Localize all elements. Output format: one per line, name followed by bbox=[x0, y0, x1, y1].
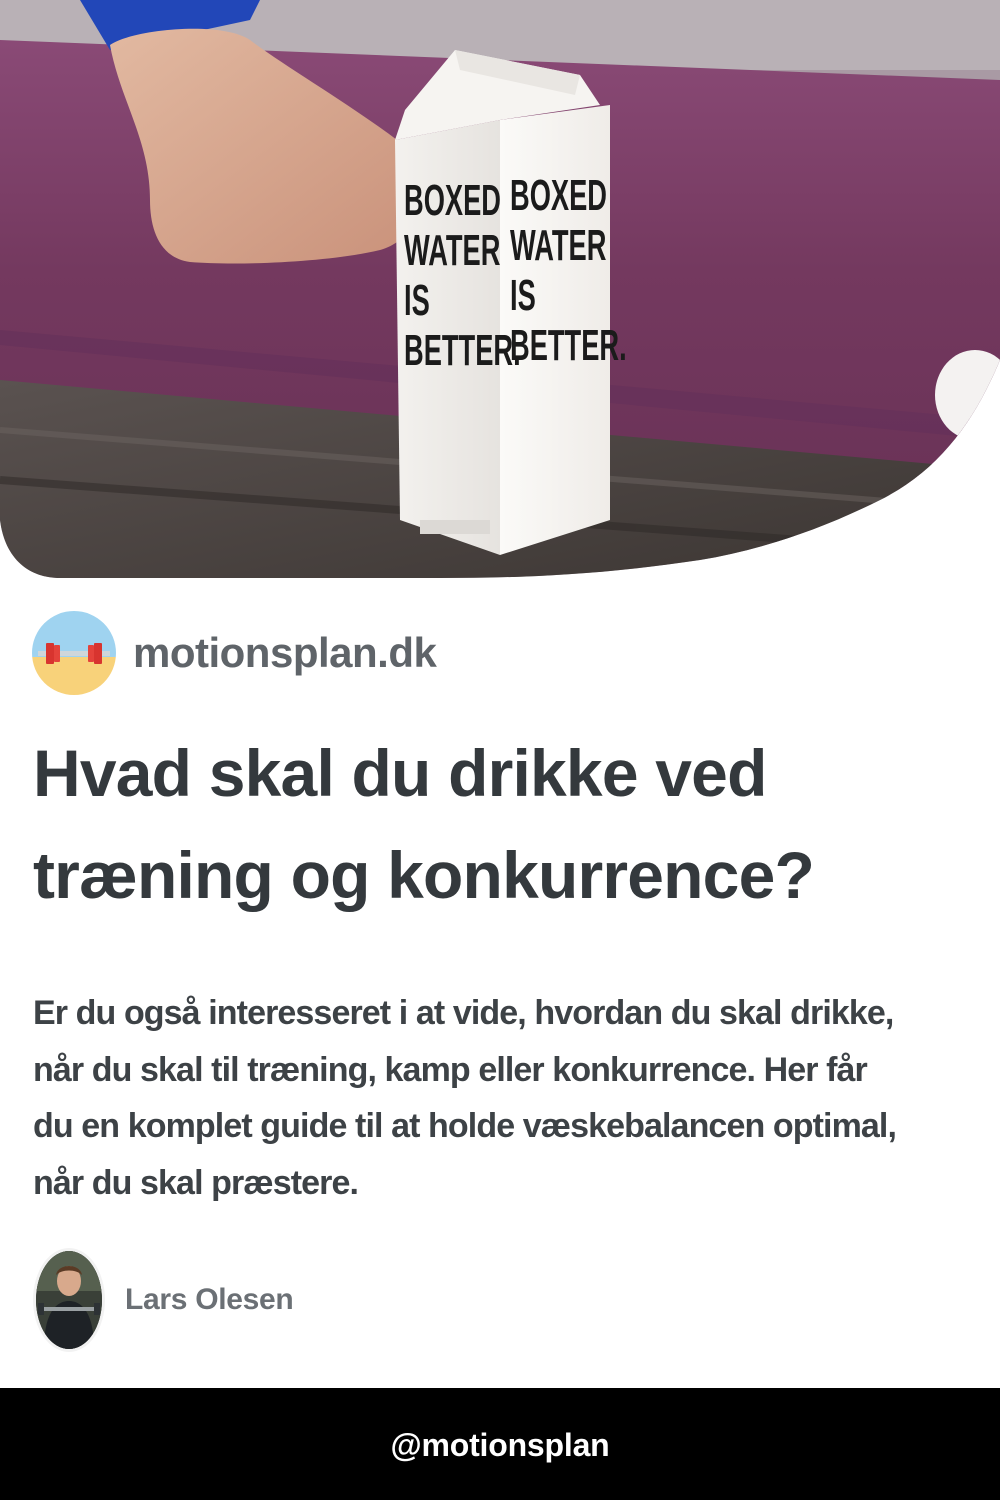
carton-text-line: WATER bbox=[510, 220, 606, 269]
description-line: når du skal til træning, kamp eller konk… bbox=[33, 1050, 868, 1089]
carton-text-line: IS bbox=[404, 275, 430, 324]
article-title-line: træning og konkurrence? bbox=[33, 838, 815, 912]
barbell-beach-icon bbox=[32, 611, 116, 695]
hero-image: BOXED WATER IS BETTER. BOXED WATER IS BE… bbox=[0, 0, 1000, 580]
footer-bar: @motionsplan bbox=[0, 1388, 1000, 1500]
social-handle[interactable]: @motionsplan bbox=[390, 1427, 609, 1464]
site-name[interactable]: motionsplan.dk bbox=[133, 629, 437, 677]
description-line: Er du også interesseret i at vide, hvord… bbox=[33, 994, 894, 1032]
article-title[interactable]: Hvad skal du drikke ved træning og konku… bbox=[33, 722, 933, 926]
carton-text-line: IS bbox=[510, 270, 536, 319]
author-byline: Lars Olesen bbox=[33, 1248, 294, 1352]
hero-illustration: BOXED WATER IS BETTER. BOXED WATER IS BE… bbox=[0, 0, 1000, 578]
carton-text-line: BETTER. bbox=[404, 325, 521, 374]
site-header: motionsplan.dk bbox=[32, 611, 437, 695]
carton-text-line: BETTER. bbox=[510, 320, 627, 369]
carton-text-line: BOXED bbox=[510, 170, 607, 219]
article-description: Er du også interesseret i at vide, hvord… bbox=[33, 985, 968, 1211]
description-line: du en komplet guide til at holde væskeba… bbox=[33, 1107, 897, 1145]
description-line: når du skal præstere. bbox=[33, 1163, 359, 1202]
carton-text-line: BOXED bbox=[404, 175, 501, 224]
carton-text-line: WATER bbox=[404, 225, 500, 274]
avatar[interactable] bbox=[33, 1248, 105, 1352]
article-title-line: Hvad skal du drikke ved bbox=[33, 736, 767, 810]
author-name[interactable]: Lars Olesen bbox=[125, 1283, 294, 1317]
